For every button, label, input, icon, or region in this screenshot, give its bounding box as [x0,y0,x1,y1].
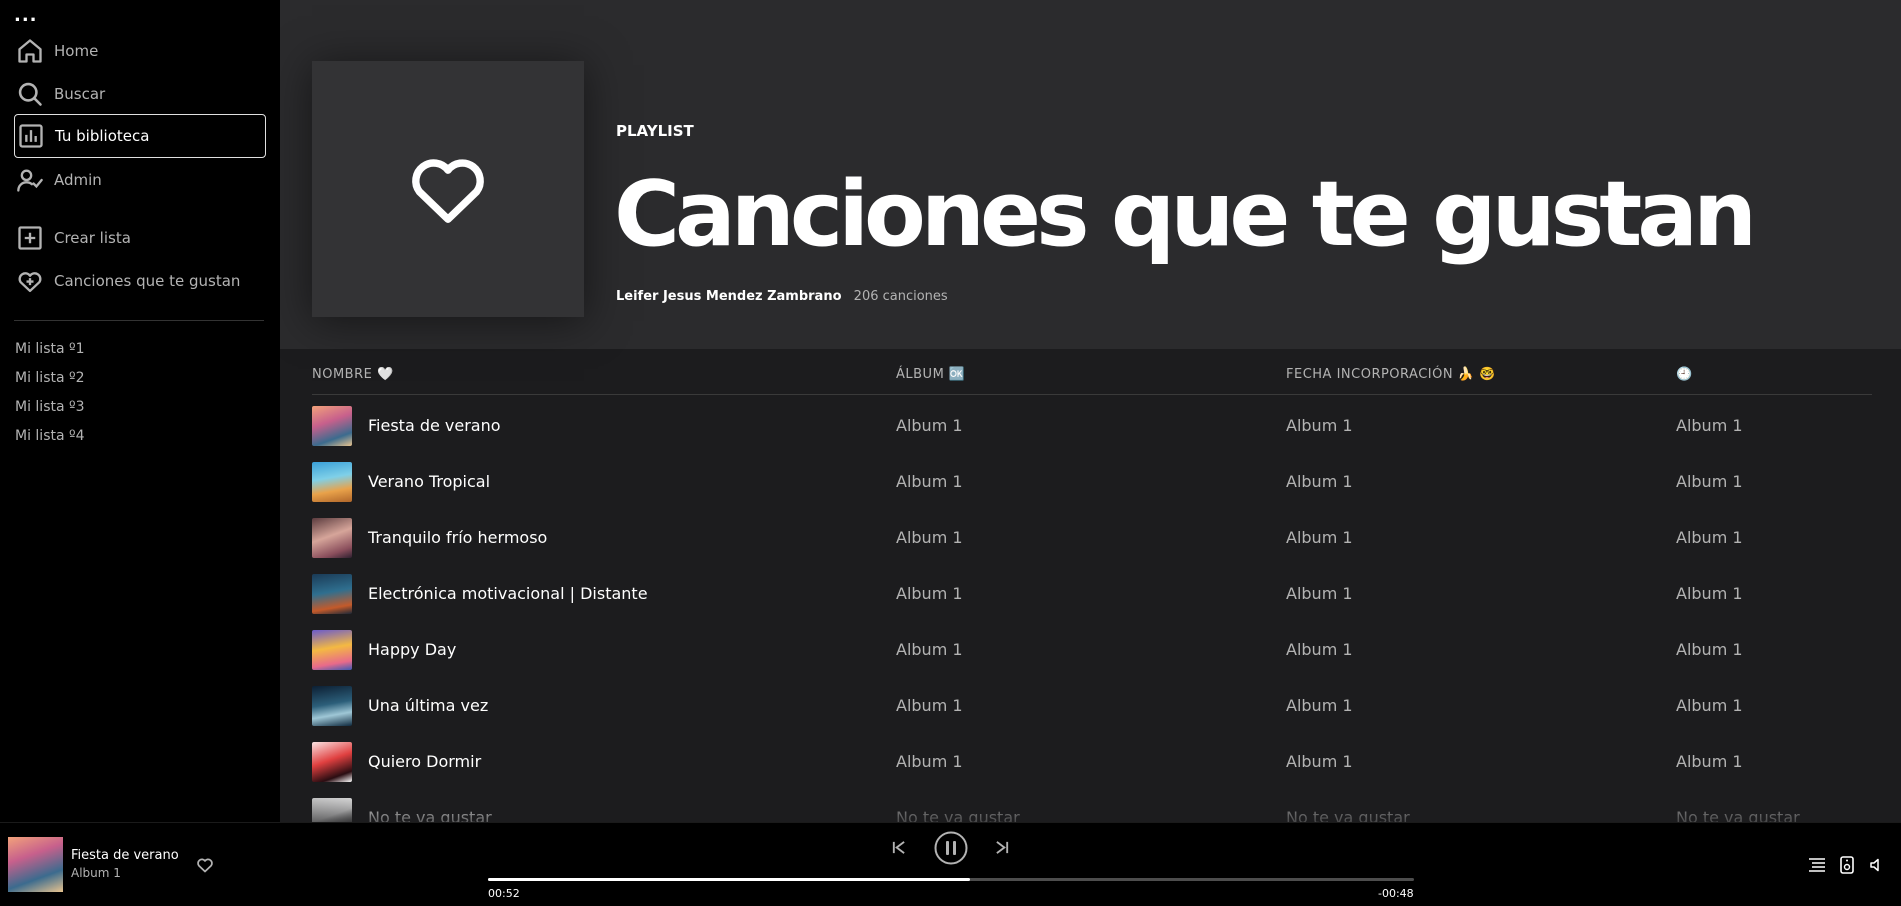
library-icon [19,124,43,148]
playlist-owner[interactable]: Leifer Jesus Mendez Zambrano [616,289,842,304]
playlist-header: PLAYLIST Canciones que te gustan Leifer … [280,0,1901,349]
nav-home-label: Home [54,42,99,60]
nav-admin-label: Admin [54,171,102,189]
track-date-added: Album 1 [1286,696,1353,715]
track-album[interactable]: Album 1 [896,584,963,603]
table-row[interactable]: Electrónica motivacional | Distante Album… [312,566,1872,622]
track-date-added: Album 1 [1286,584,1353,603]
elapsed-time: 00:52 [488,887,520,900]
track-duration: Album 1 [1676,472,1743,491]
remaining-time: -00:48 [1378,887,1414,900]
playlist-meta: Leifer Jesus Mendez Zambrano 206 cancion… [616,289,948,304]
table-row[interactable]: Tranquilo frío hermoso Album 1 Album 1 Albu… [312,510,1872,566]
track-date-added: Album 1 [1286,528,1353,547]
like-heart-icon[interactable] [196,857,214,873]
track-title[interactable]: Verano Tropical [368,472,490,491]
create-playlist-button[interactable]: Crear lista [14,216,266,260]
nav-home[interactable]: Home [14,29,266,73]
track-cover [312,406,352,446]
track-date-added: Album 1 [1286,416,1353,435]
previous-icon[interactable] [891,840,906,855]
sidebar-divider [14,320,264,321]
track-title[interactable]: Fiesta de verano [368,416,501,435]
home-icon [18,39,42,63]
table-row[interactable]: Una última vez Album 1 Album 1 Album 1 [312,678,1872,734]
progress-fill [488,878,970,881]
sidebar-playlist-2[interactable]: Mi lista º2 [15,370,85,386]
heart-icon [412,159,484,223]
track-album[interactable]: Album 1 [896,472,963,491]
user-admin-icon [17,169,43,192]
sidebar-playlist-1[interactable]: Mi lista º1 [15,341,85,357]
table-row[interactable]: Happy Day Album 1 Album 1 Album 1 [312,622,1872,678]
player-bar: Fiesta de verano Album 1 00:52 -00:48 [0,822,1901,906]
track-album[interactable]: Album 1 [896,696,963,715]
volume-icon[interactable] [1870,858,1884,872]
liked-songs-label: Canciones que te gustan [54,272,241,290]
track-album[interactable]: Album 1 [896,640,963,659]
table-header: NOMBRE 🤍 ÁLBUM 🆗 FECHA INCORPORACIÓN 🍌 🤓… [312,365,1872,395]
nav-library-label: Tu biblioteca [55,127,150,145]
track-title[interactable]: Tranquilo frío hermoso [368,528,547,547]
track-duration: Album 1 [1676,752,1743,771]
track-cover [312,742,352,782]
track-duration: Album 1 [1676,696,1743,715]
track-cover [312,630,352,670]
column-duration[interactable]: 🕘 [1676,367,1693,382]
device-icon[interactable] [1840,856,1854,874]
page-title: Canciones que te gustan [614,162,1757,267]
next-icon[interactable] [995,840,1010,855]
track-date-added: Album 1 [1286,752,1353,771]
sidebar: ... Home Buscar Tu biblioteca Admin Crea… [0,0,280,822]
now-playing-cover [8,837,63,892]
track-cover [312,518,352,558]
track-duration: Album 1 [1676,416,1743,435]
playlist-cover [312,61,584,317]
sidebar-playlist-4[interactable]: Mi lista º4 [15,428,85,444]
queue-icon[interactable] [1808,858,1826,872]
menu-dots-button[interactable]: ... [14,6,38,26]
column-date-added[interactable]: FECHA INCORPORACIÓN 🍌 🤓 [1286,367,1496,382]
track-cover [312,462,352,502]
track-title[interactable]: Happy Day [368,640,456,659]
heart-plus-icon [18,272,42,293]
liked-songs-link[interactable]: Canciones que te gustan [14,259,266,303]
progress-bar[interactable] [488,878,1414,881]
track-cover [312,686,352,726]
column-album[interactable]: ÁLBUM 🆗 [896,367,966,382]
playlist-type: PLAYLIST [616,122,694,140]
search-icon [18,82,42,106]
track-cover [312,574,352,614]
plus-square-icon [18,226,42,250]
track-title[interactable]: Electrónica motivacional | Distante [368,584,648,603]
track-album[interactable]: Album 1 [896,752,963,771]
track-date-added: Album 1 [1286,472,1353,491]
track-album[interactable]: Album 1 [896,416,963,435]
table-row[interactable]: Verano Tropical Album 1 Album 1 Album 1 [312,454,1872,510]
nav-library[interactable]: Tu biblioteca [14,114,266,158]
track-title[interactable]: Quiero Dormir [368,752,481,771]
track-duration: Album 1 [1676,528,1743,547]
nav-search[interactable]: Buscar [14,72,266,116]
track-date-added: Album 1 [1286,640,1353,659]
main-content: PLAYLIST Canciones que te gustan Leifer … [280,0,1901,822]
track-title[interactable]: Una última vez [368,696,488,715]
now-playing-album[interactable]: Album 1 [71,866,121,880]
now-playing-title[interactable]: Fiesta de verano [71,848,179,863]
pause-button[interactable] [934,831,968,865]
track-album[interactable]: Album 1 [896,528,963,547]
track-duration: Album 1 [1676,584,1743,603]
track-duration: Album 1 [1676,640,1743,659]
table-row[interactable]: Quiero Dormir Album 1 Album 1 Album 1 [312,734,1872,790]
nav-search-label: Buscar [54,85,106,103]
song-count: 206 canciones [853,289,948,304]
table-row[interactable]: Fiesta de verano Album 1 Album 1 Album 1 [312,398,1872,454]
column-name[interactable]: NOMBRE 🤍 [312,367,394,382]
nav-admin[interactable]: Admin [14,158,266,202]
list-fade [280,792,1901,822]
create-playlist-label: Crear lista [54,229,131,247]
sidebar-playlist-3[interactable]: Mi lista º3 [15,399,85,415]
